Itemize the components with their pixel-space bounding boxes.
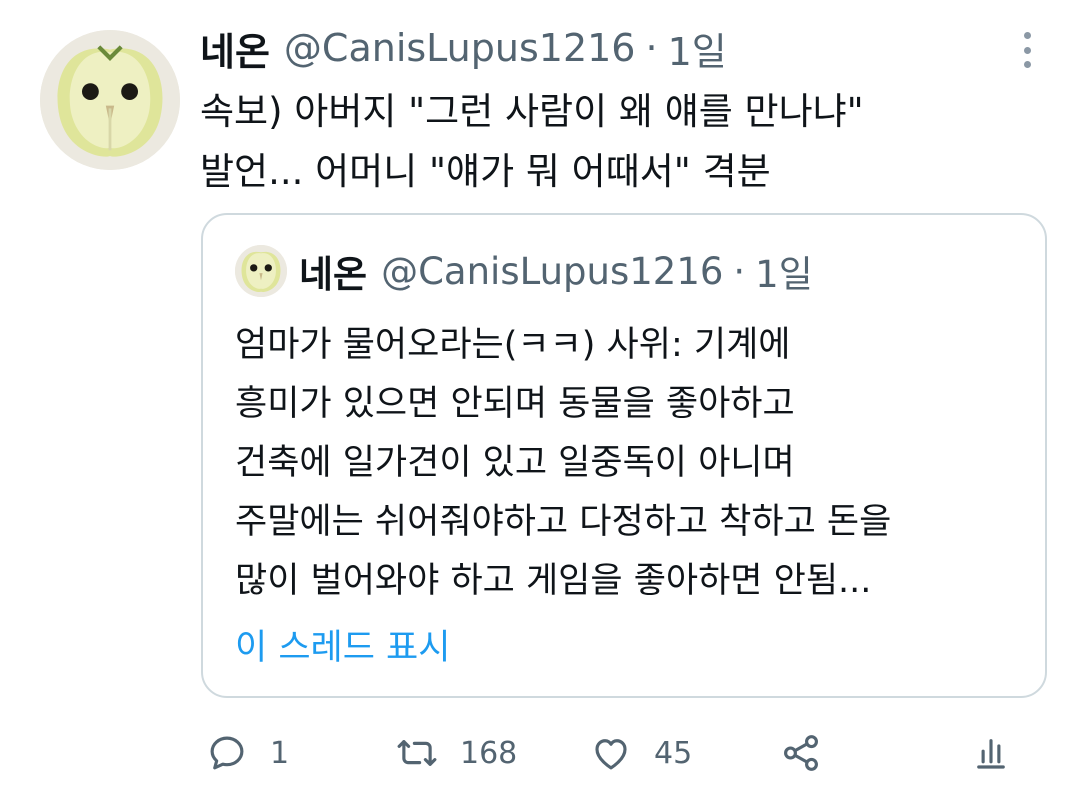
more-vertical-icon[interactable] (1012, 32, 1042, 68)
quoted-tweet-header: 네온 @CanisLupus1216 · 1일 (299, 249, 813, 297)
analytics-icon (977, 739, 1005, 769)
author-name[interactable]: 네온 (200, 21, 270, 76)
tweet-text: 속보) 아버지 "그런 사람이 왜 얘를 만나냐" 발언... 어머니 "얘가 … (200, 90, 864, 193)
like-count: 45 (654, 735, 693, 771)
analytics-button[interactable] (970, 722, 1012, 784)
retweet-button[interactable]: 168 (396, 722, 517, 784)
author-handle[interactable]: @CanisLupus1216 (284, 26, 636, 70)
tweet-actions: 1 168 45 (200, 722, 1040, 784)
quoted-author-name[interactable]: 네온 (299, 244, 367, 298)
tweet-header: 네온 @CanisLupus1216 · 1일 (200, 26, 727, 74)
quoted-author-handle[interactable]: @CanisLupus1216 (381, 250, 723, 293)
show-thread-link[interactable]: 이 스레드 표시 (235, 623, 450, 673)
more-dot (1023, 61, 1031, 68)
retweet-count: 168 (460, 735, 518, 771)
separator-dot: · (733, 249, 746, 293)
tweet-time[interactable]: 1일 (668, 21, 727, 76)
more-dot (1023, 46, 1031, 54)
quoted-tweet-text: 엄마가 물어오라는(ㅋㅋ) 사위: 기계에 흥미가 있으면 안되며 동물을 좋아… (235, 325, 892, 601)
retweet-icon (397, 740, 437, 766)
like-button[interactable]: 45 (590, 722, 692, 784)
heart-icon (595, 739, 627, 770)
owl-apple-avatar (40, 30, 180, 170)
quoted-tweet[interactable]: 네온 @CanisLupus1216 · 1일 엄마가 물어오라는(ㅋㅋ) 사위… (201, 213, 1047, 698)
quoted-tweet-time[interactable]: 1일 (755, 244, 813, 298)
more-dot (1023, 32, 1031, 39)
reply-button[interactable]: 1 (206, 722, 289, 784)
separator-dot: · (645, 26, 658, 70)
owl-apple-avatar (235, 245, 287, 297)
share-icon (784, 735, 818, 771)
reply-count: 1 (270, 735, 290, 771)
share-button[interactable] (780, 722, 822, 784)
reply-icon (210, 736, 244, 770)
author-avatar[interactable] (40, 30, 180, 170)
quoted-author-avatar[interactable] (235, 245, 287, 297)
